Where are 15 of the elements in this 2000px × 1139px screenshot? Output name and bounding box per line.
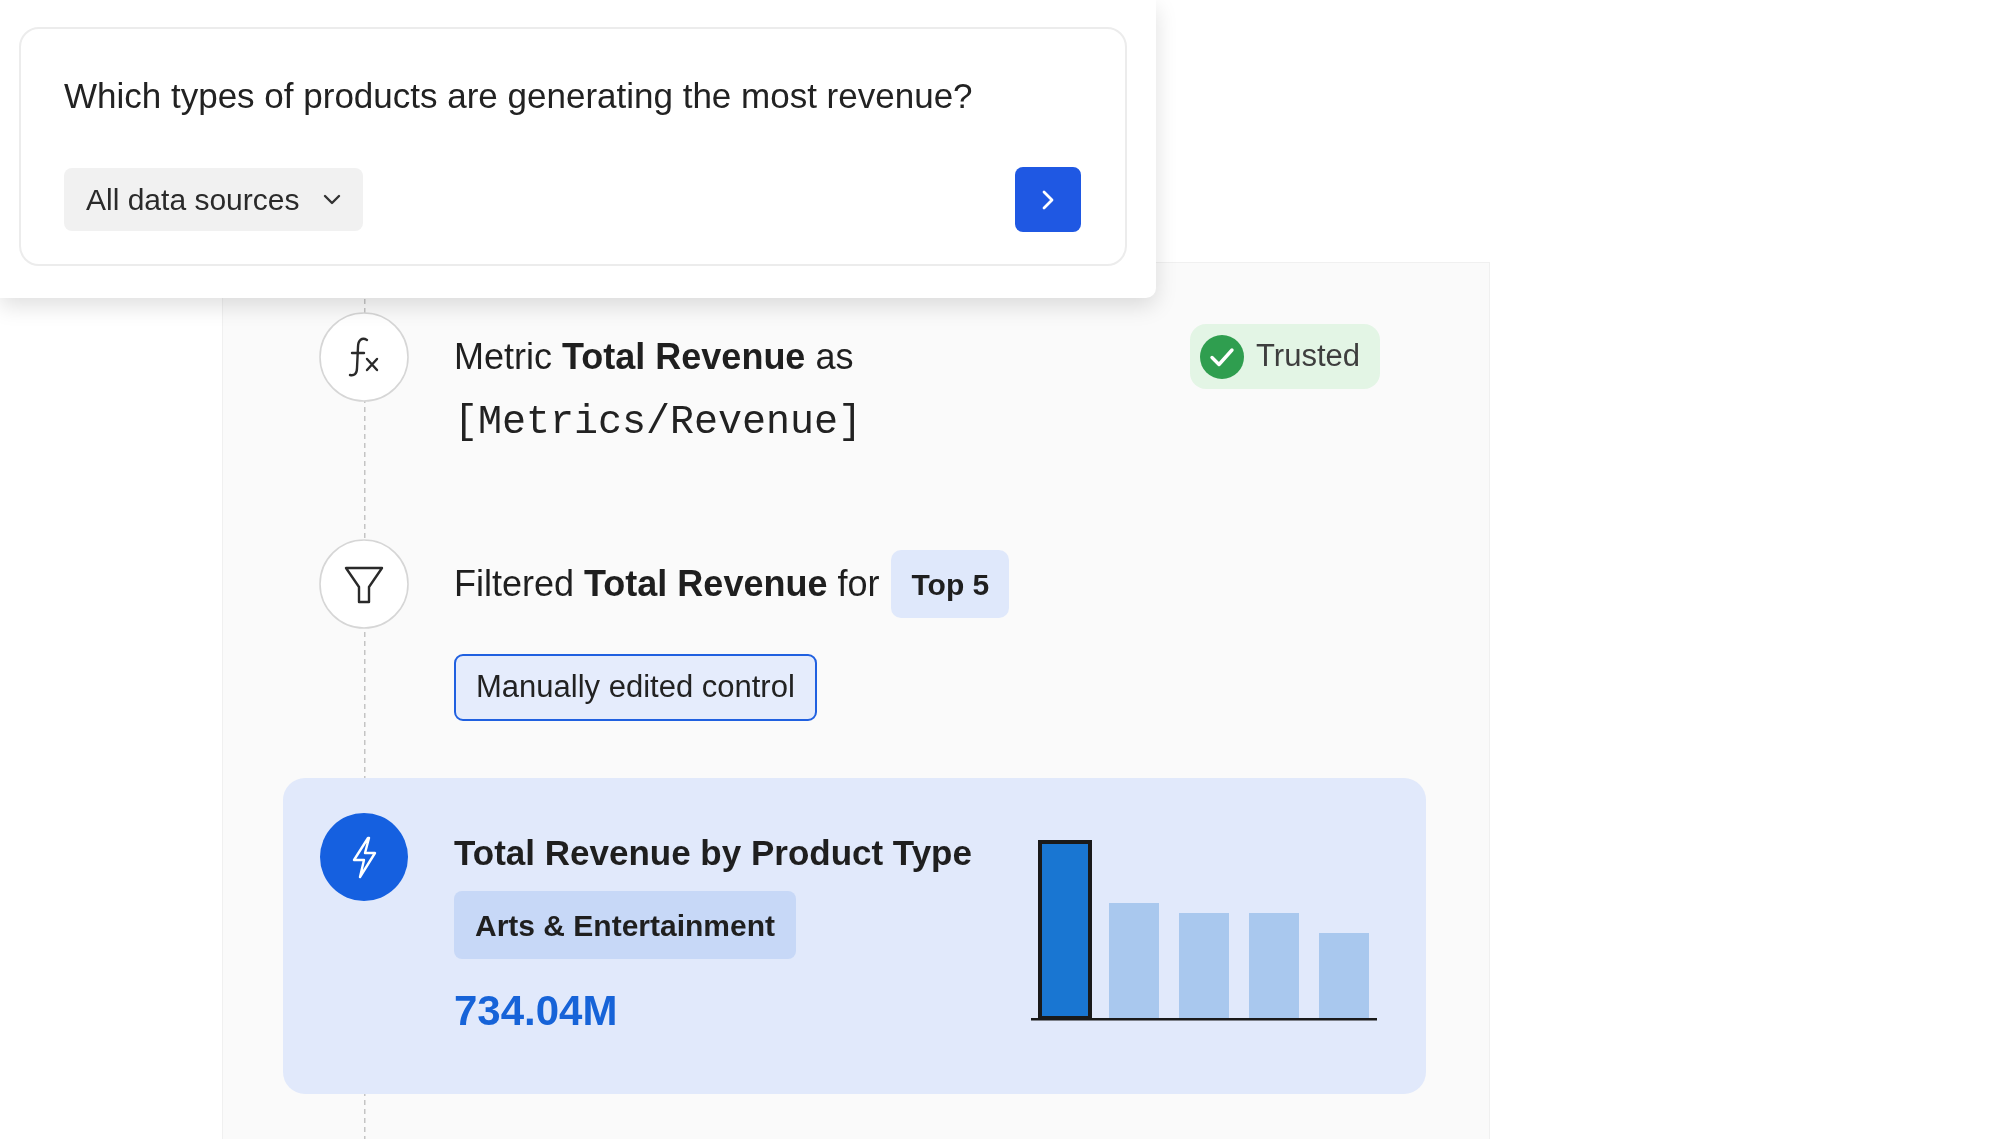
question-text: Which types of products are generating the most revenue?: [64, 76, 974, 116]
category-tag: Arts & Entertainment: [454, 891, 797, 959]
result-value: 734.04M: [454, 986, 619, 1036]
submit-button[interactable]: [1015, 167, 1081, 232]
step-description: Filtered Total Revenue for: [454, 563, 880, 605]
source-dropdown[interactable]: All data sources: [64, 168, 364, 231]
caret-icon: [323, 194, 342, 205]
chevron-right-icon: [1042, 189, 1054, 210]
result-title: Total Revenue by Product Type: [454, 832, 972, 874]
metric-expression: [Metrics/Revenue]: [454, 399, 863, 447]
manual-control-button[interactable]: Manually edited control: [454, 654, 817, 721]
filter-value-tag: Top 5: [891, 550, 1010, 618]
badge-label: Trusted: [1256, 337, 1360, 376]
step-description: Metric Total Revenue as: [454, 335, 855, 379]
check-circle-icon: [1200, 334, 1245, 379]
